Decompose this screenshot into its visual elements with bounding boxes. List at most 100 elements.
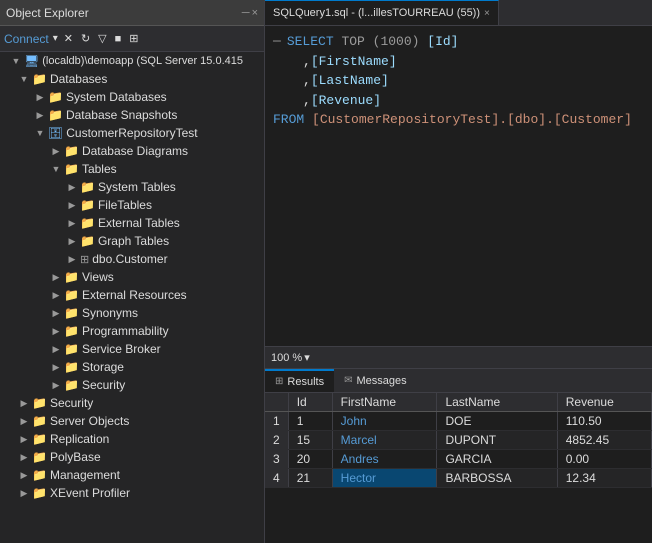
tree-label-filetables: FileTables — [98, 198, 152, 212]
connect-bar: Connect ▾ ✕ ↻ ▽ ■ ⊞ — [0, 26, 264, 52]
refresh-icon[interactable]: ↻ — [79, 31, 92, 46]
disconnect-icon[interactable]: ✕ — [62, 31, 75, 46]
new-query-icon[interactable]: ⊞ — [127, 31, 140, 46]
tab-results[interactable]: ⊞ Results — [265, 369, 334, 392]
tree-item-serverobjects[interactable]: ▶ 📁 Server Objects — [0, 412, 264, 430]
expand-icon-synonyms[interactable]: ▶ — [48, 308, 64, 319]
tree-item-customer[interactable]: ▶ ⊞ dbo.Customer — [0, 250, 264, 268]
expand-icon-storage[interactable]: ▶ — [48, 362, 64, 373]
tree-item-diagrams[interactable]: ▶ 📁 Database Diagrams — [0, 142, 264, 160]
filter-icon[interactable]: ▽ — [96, 31, 108, 46]
cell-revenue: 0.00 — [557, 450, 651, 469]
tree-item-xevent[interactable]: ▶ 📁 XEvent Profiler — [0, 484, 264, 502]
expand-icon-polybase[interactable]: ▶ — [16, 452, 32, 463]
tree-item-filetables[interactable]: ▶ 📁 FileTables — [0, 196, 264, 214]
tree-item-tables[interactable]: ▼ 📁 Tables — [0, 160, 264, 178]
code-editor[interactable]: ─ SELECT TOP (1000) [Id] , [FirstName] ,… — [265, 26, 652, 346]
tree-item-security-db[interactable]: ▶ 📁 Security — [0, 376, 264, 394]
zoom-dropdown-arrow[interactable]: ▾ — [304, 351, 310, 364]
folder-icon-servicebroker: 📁 — [64, 342, 79, 356]
tree-item-programmability[interactable]: ▶ 📁 Programmability — [0, 322, 264, 340]
comma-1: , — [303, 52, 311, 72]
tree-item-graphtables[interactable]: ▶ 📁 Graph Tables — [0, 232, 264, 250]
tree-item-custdb[interactable]: ▼ 🗄 CustomerRepositoryTest — [0, 124, 264, 142]
expand-icon-custdb[interactable]: ▼ — [32, 128, 48, 138]
expand-icon-xevent[interactable]: ▶ — [16, 488, 32, 499]
expand-icon-sysdbs[interactable]: ▶ — [32, 92, 48, 103]
tree-item-system-databases[interactable]: ▶ 📁 System Databases — [0, 88, 264, 106]
expand-icon-extresources[interactable]: ▶ — [48, 290, 64, 301]
results-tab-bar: ⊞ Results ✉ Messages — [265, 369, 652, 393]
expand-icon-snapshots[interactable]: ▶ — [32, 110, 48, 121]
expand-icon-security-top[interactable]: ▶ — [16, 398, 32, 409]
cell-rownum: 3 — [265, 450, 288, 469]
close-icon[interactable]: × — [252, 7, 258, 19]
tree-item-snapshots[interactable]: ▶ 📁 Database Snapshots — [0, 106, 264, 124]
folder-icon-exttables: 📁 — [80, 216, 95, 230]
kw-from: FROM — [273, 110, 304, 130]
expand-icon-graphtables[interactable]: ▶ — [64, 236, 80, 247]
expand-icon-programmability[interactable]: ▶ — [48, 326, 64, 337]
results-content: Id FirstName LastName Revenue 11JohnDOE1… — [265, 393, 652, 543]
tree-label-servicebroker: Service Broker — [82, 342, 161, 356]
tree-item-exttables[interactable]: ▶ 📁 External Tables — [0, 214, 264, 232]
tab-close-icon[interactable]: × — [484, 8, 490, 19]
tree-item-databases[interactable]: ▼ 📁 Databases — [0, 70, 264, 88]
table-row[interactable]: 320AndresGARCIA0.00 — [265, 450, 652, 469]
expand-icon-management[interactable]: ▶ — [16, 470, 32, 481]
tree-label-extresources: External Resources — [82, 288, 187, 302]
editor-tab-query[interactable]: SQLQuery1.sql - (l...illesTOURREAU (55))… — [265, 0, 499, 25]
folder-icon-management: 📁 — [32, 468, 47, 482]
expand-icon-systables[interactable]: ▶ — [64, 182, 80, 193]
table-row[interactable]: 421HectorBARBOSSA12.34 — [265, 469, 652, 488]
expand-icon-diagrams[interactable]: ▶ — [48, 146, 64, 157]
stop-icon[interactable]: ■ — [113, 32, 124, 46]
tree-label-security-top: Security — [50, 396, 93, 410]
cell-lastname: DUPONT — [437, 431, 557, 450]
tab-results-label: Results — [287, 376, 324, 388]
tree-item-extresources[interactable]: ▶ 📁 External Resources — [0, 286, 264, 304]
pin-icon: ─ — [242, 7, 250, 19]
table-icon-customer: ⊞ — [80, 253, 89, 266]
connect-button[interactable]: Connect — [4, 32, 49, 46]
tab-messages[interactable]: ✉ Messages — [334, 369, 417, 392]
expand-icon-databases[interactable]: ▼ — [16, 74, 32, 84]
kw-select: SELECT — [287, 32, 334, 52]
tree-item-views[interactable]: ▶ 📁 Views — [0, 268, 264, 286]
folder-icon-diagrams: 📁 — [64, 144, 79, 158]
expand-icon-servicebroker[interactable]: ▶ — [48, 344, 64, 355]
database-icon: 🗄 — [48, 126, 63, 140]
tree-item-management[interactable]: ▶ 📁 Management — [0, 466, 264, 484]
tree-item-servicebroker[interactable]: ▶ 📁 Service Broker — [0, 340, 264, 358]
folder-icon-snapshots: 📁 — [48, 108, 63, 122]
tree-item-polybase[interactable]: ▶ 📁 PolyBase — [0, 448, 264, 466]
expand-icon-security-db[interactable]: ▶ — [48, 380, 64, 391]
expand-icon-tables[interactable]: ▼ — [48, 164, 64, 174]
zoom-bar: 100 % ▾ — [265, 346, 652, 368]
col-firstname: [FirstName] — [311, 52, 397, 72]
tree-item-security-top[interactable]: ▶ 📁 Security — [0, 394, 264, 412]
tree-item-replication[interactable]: ▶ 📁 Replication — [0, 430, 264, 448]
tree-item-synonyms[interactable]: ▶ 📁 Synonyms — [0, 304, 264, 322]
folder-icon-replication: 📁 — [32, 432, 47, 446]
expand-icon-exttables[interactable]: ▶ — [64, 218, 80, 229]
folder-icon-filetables: 📁 — [80, 198, 95, 212]
tree-item-storage[interactable]: ▶ 📁 Storage — [0, 358, 264, 376]
tree-item-systables[interactable]: ▶ 📁 System Tables — [0, 178, 264, 196]
table-row[interactable]: 11JohnDOE110.50 — [265, 412, 652, 431]
expand-icon-server[interactable]: ▼ — [8, 56, 24, 66]
tree-label-custdb: CustomerRepositoryTest — [66, 126, 197, 140]
code-line-3: , [LastName] — [273, 71, 644, 91]
expand-icon-replication[interactable]: ▶ — [16, 434, 32, 445]
expand-icon-serverobjects[interactable]: ▶ — [16, 416, 32, 427]
tree-item-server[interactable]: ▼ 🖥 (localdb)\demoapp (SQL Server 15.0.4… — [0, 52, 264, 70]
object-explorer-tree[interactable]: ▼ 🖥 (localdb)\demoapp (SQL Server 15.0.4… — [0, 52, 264, 543]
tree-label-exttables: External Tables — [98, 216, 180, 230]
main-layout: Object Explorer ─ × Connect ▾ ✕ ↻ ▽ ■ ⊞ … — [0, 0, 652, 543]
folder-icon-polybase: 📁 — [32, 450, 47, 464]
table-row[interactable]: 215MarcelDUPONT4852.45 — [265, 431, 652, 450]
tree-label-diagrams: Database Diagrams — [82, 144, 188, 158]
expand-icon-filetables[interactable]: ▶ — [64, 200, 80, 211]
expand-icon-views[interactable]: ▶ — [48, 272, 64, 283]
expand-icon-customer[interactable]: ▶ — [64, 254, 80, 265]
